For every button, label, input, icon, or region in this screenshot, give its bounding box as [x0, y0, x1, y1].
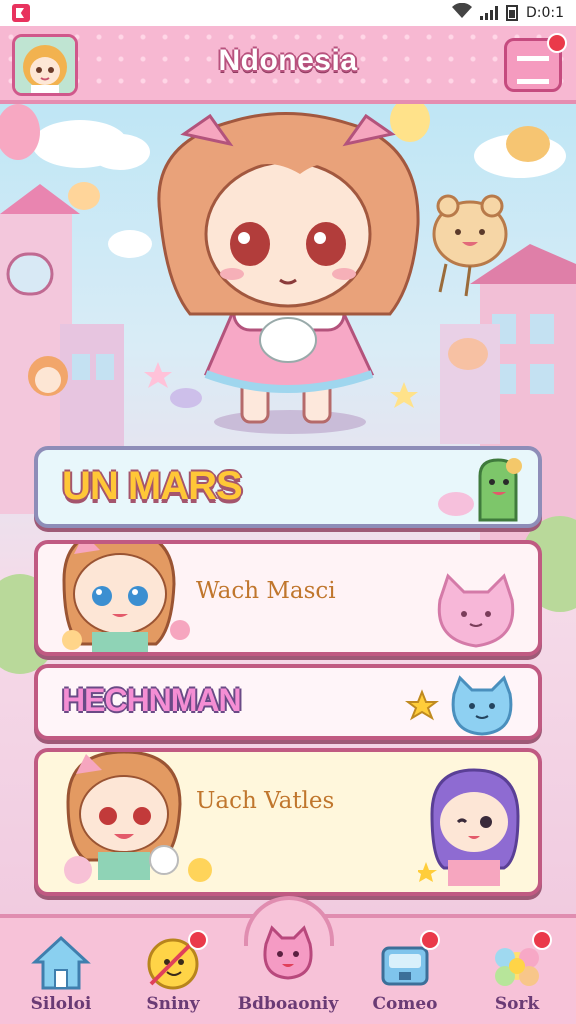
menu-card-4-label: Uach Vatles	[196, 788, 335, 814]
menu-card-2[interactable]: Wach Masci	[34, 540, 542, 656]
app-notification-icon	[12, 4, 30, 22]
pet-icon	[263, 925, 313, 980]
menu-card-3[interactable]: HECHNMAN	[34, 664, 542, 740]
nav-badge-shop	[532, 930, 552, 950]
page-title: Ndonesia	[218, 44, 358, 77]
nav-item-games[interactable]: Comeo	[350, 926, 460, 1022]
purple-hair-girl-icon	[418, 768, 520, 886]
nav-label-home: Siloloi	[30, 994, 92, 1014]
status-bar: D:0:1	[0, 0, 576, 26]
green-dino-icon	[438, 458, 522, 522]
menu-card-4[interactable]: Uach Vatles	[34, 748, 542, 896]
notification-badge	[547, 33, 567, 53]
top-bar: Ndonesia	[0, 26, 576, 104]
menu-card-2-label: Wach Masci	[196, 578, 336, 604]
battery-icon	[505, 5, 518, 21]
menu-button[interactable]	[504, 33, 567, 92]
nav-label-coins: Sniny	[146, 994, 200, 1014]
menu-card-1[interactable]: UN MARS	[34, 446, 542, 528]
pink-cat-icon	[437, 573, 515, 648]
nav-badge-games	[420, 930, 440, 950]
nav-item-coins[interactable]: Sniny	[118, 926, 228, 1022]
chibi-girl-with-pets	[64, 752, 212, 884]
home-icon	[31, 935, 91, 990]
menu-card-3-label: HECHNMAN	[62, 682, 242, 718]
nav-label-pets: Bdboaoniy	[237, 994, 339, 1014]
nav-label-shop: Sork	[494, 994, 540, 1014]
clock: D:0:1	[525, 5, 564, 21]
menu-card-1-label: UN MARS	[62, 464, 243, 508]
signal-icon	[479, 6, 498, 20]
wifi-icon	[451, 2, 472, 23]
nav-item-shop[interactable]: Sork	[462, 926, 572, 1022]
main-character[interactable]	[157, 112, 420, 424]
nav-item-pets[interactable]: Bdboaoniy	[233, 925, 343, 1022]
nav-label-games: Comeo	[372, 994, 438, 1014]
blue-cat-icon	[405, 675, 513, 736]
menu-icon	[517, 56, 549, 84]
nav-item-home[interactable]: Siloloi	[6, 926, 116, 1022]
bottom-navigation: Siloloi Sniny Bdboaoniy Comeo Sork	[0, 896, 576, 1024]
nav-badge-coins	[188, 930, 208, 950]
chibi-girl-portrait	[62, 544, 190, 652]
